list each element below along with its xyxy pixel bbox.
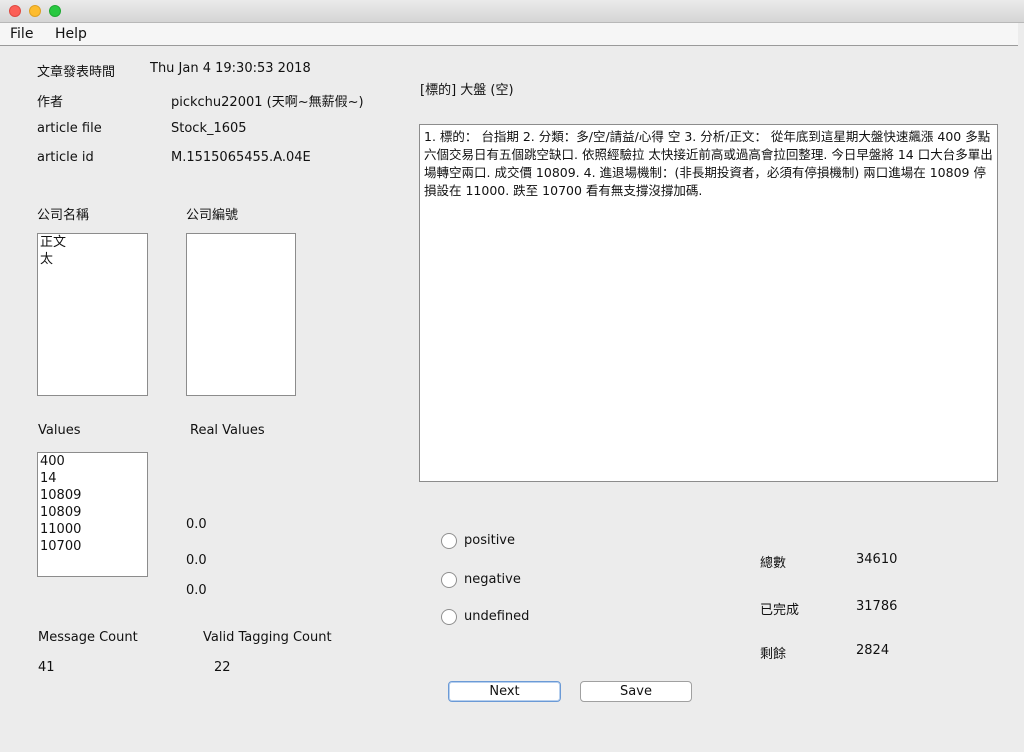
list-item[interactable]: 11000 <box>38 521 147 538</box>
real-values-label: Real Values <box>190 423 265 438</box>
article-file-value: Stock_1605 <box>171 121 247 136</box>
post-time-label: 文章發表時間 <box>37 65 116 80</box>
company-name-label: 公司名稱 <box>37 208 90 223</box>
article-body-text: 1. 標的： 台指期 2. 分類：多/空/請益/心得 空 3. 分析/正文： 從… <box>424 129 993 198</box>
list-item[interactable]: 太 <box>38 251 147 268</box>
article-file-label: article file <box>37 121 102 136</box>
remaining-label: 剩餘 <box>760 647 787 662</box>
list-item[interactable]: 10809 <box>38 504 147 521</box>
menu-help[interactable]: Help <box>55 26 87 42</box>
close-window-button[interactable] <box>9 5 21 17</box>
remaining-value: 2824 <box>856 643 890 658</box>
real-value: 0.0 <box>186 583 207 598</box>
window-titlebar <box>0 0 1024 23</box>
article-id-value: M.1515065455.A.04E <box>171 150 311 165</box>
menu-file[interactable]: File <box>10 26 33 42</box>
valid-tagging-count-label: Valid Tagging Count <box>203 630 332 645</box>
done-value: 31786 <box>856 599 898 614</box>
valid-tagging-count-value: 22 <box>214 660 231 675</box>
total-label: 總數 <box>760 556 787 571</box>
author-value: pickchu22001 (天啊~無薪假~) <box>171 95 364 110</box>
list-item[interactable]: 10809 <box>38 487 147 504</box>
company-name-list[interactable]: 正文 太 <box>37 233 148 396</box>
menu-bar: File Help <box>0 23 1018 46</box>
author-label: 作者 <box>37 95 64 110</box>
save-button[interactable]: Save <box>580 681 692 702</box>
done-label: 已完成 <box>760 603 800 618</box>
values-list[interactable]: 400 14 10809 10809 11000 10700 <box>37 452 148 577</box>
article-id-label: article id <box>37 150 94 165</box>
positive-radio-label[interactable]: positive <box>464 533 515 548</box>
message-count-value: 41 <box>38 660 55 675</box>
message-count-label: Message Count <box>38 630 138 645</box>
zoom-window-button[interactable] <box>49 5 61 17</box>
values-label: Values <box>38 423 81 438</box>
article-title: [標的] 大盤 (空) <box>420 83 514 98</box>
negative-radio-label[interactable]: negative <box>464 572 521 587</box>
list-item[interactable]: 正文 <box>38 234 147 251</box>
company-code-label: 公司編號 <box>186 208 239 223</box>
real-value: 0.0 <box>186 553 207 568</box>
post-time-value: Thu Jan 4 19:30:53 2018 <box>150 61 311 76</box>
undefined-radio-label[interactable]: undefined <box>464 609 529 624</box>
list-item[interactable]: 14 <box>38 470 147 487</box>
positive-radio[interactable] <box>441 533 457 549</box>
total-value: 34610 <box>856 552 898 567</box>
article-body-textarea[interactable]: 1. 標的： 台指期 2. 分類：多/空/請益/心得 空 3. 分析/正文： 從… <box>419 124 998 482</box>
company-code-list[interactable] <box>186 233 296 396</box>
undefined-radio[interactable] <box>441 609 457 625</box>
real-value: 0.0 <box>186 517 207 532</box>
negative-radio[interactable] <box>441 572 457 588</box>
list-item[interactable]: 10700 <box>38 538 147 555</box>
minimize-window-button[interactable] <box>29 5 41 17</box>
list-item[interactable]: 400 <box>38 453 147 470</box>
next-button[interactable]: Next <box>448 681 561 702</box>
